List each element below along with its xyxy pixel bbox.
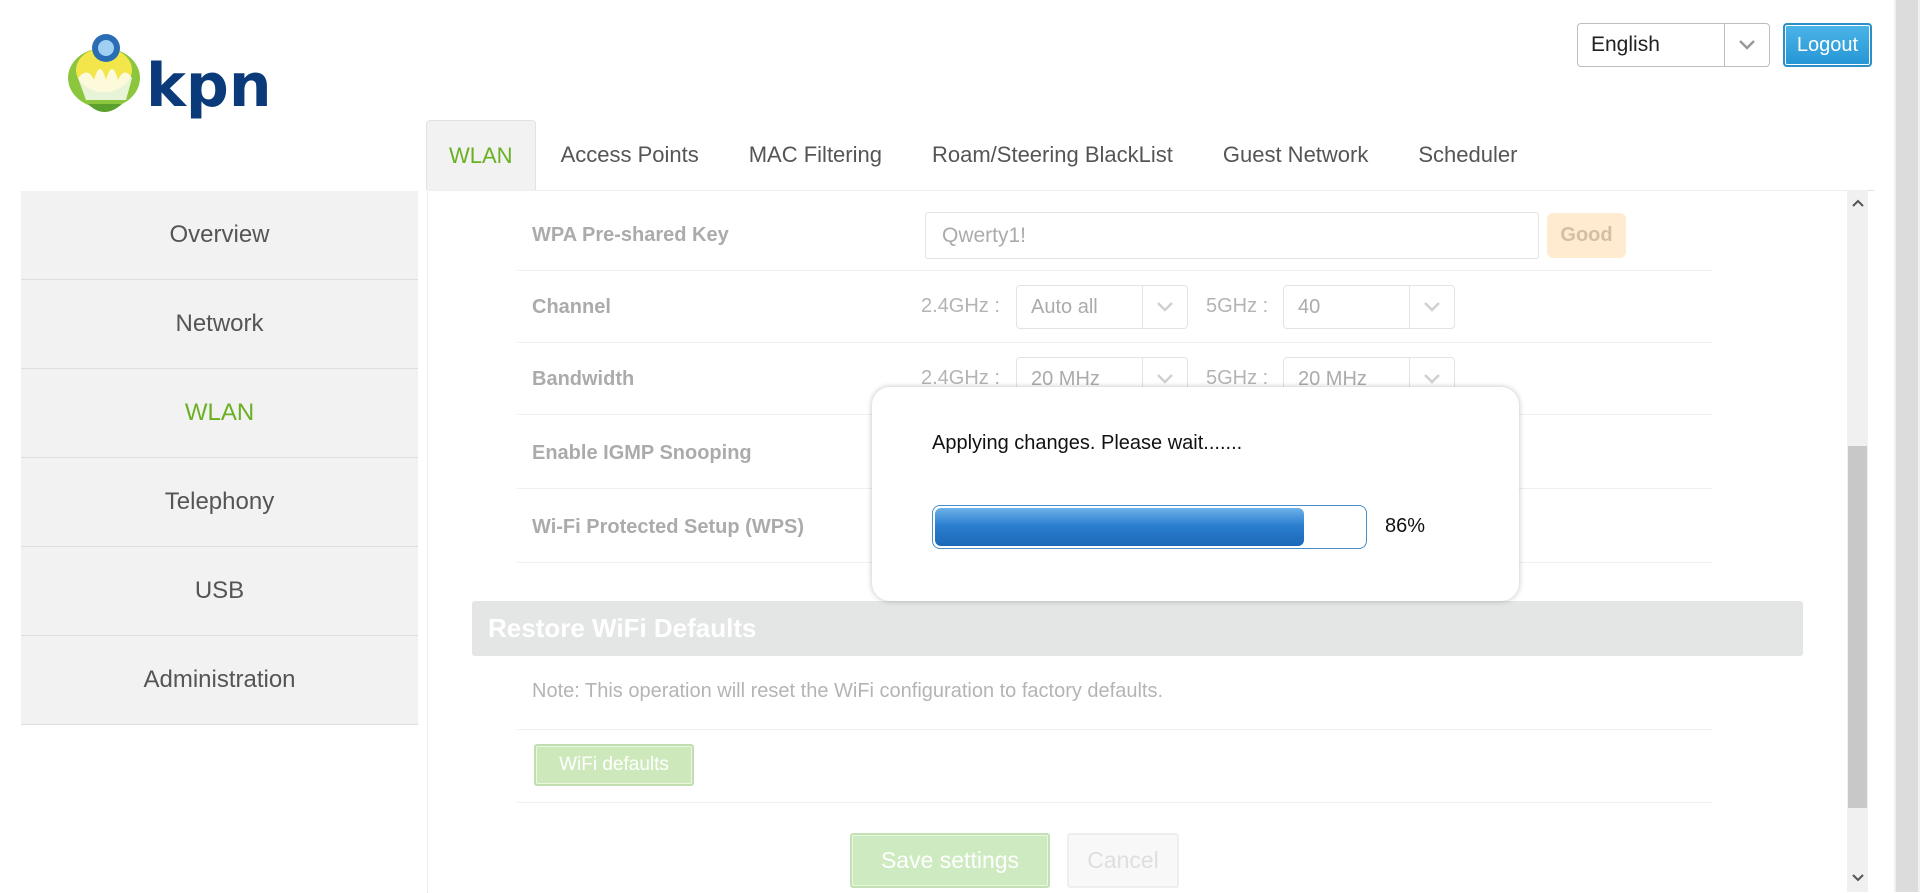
logo-text: kpn [146,51,272,121]
applying-changes-message: Applying changes. Please wait....... [932,432,1243,454]
scroll-down-icon[interactable] [1848,868,1867,888]
chevron-down-icon[interactable] [1724,24,1769,66]
tab-scheduler[interactable]: Scheduler [1393,120,1542,190]
wlan-tabs: WLAN Access Points MAC Filtering Roam/St… [426,120,1542,190]
logout-button[interactable]: Logout [1783,23,1872,67]
sidebar-item-telephony[interactable]: Telephony [21,458,418,547]
sidebar-item-usb[interactable]: USB [21,547,418,636]
content-scrollbar-thumb[interactable] [1848,446,1867,808]
tab-roam-steering-blacklist[interactable]: Roam/Steering BlackList [907,120,1198,190]
kpn-logo: kpn [64,28,284,122]
language-select[interactable]: English [1577,23,1770,67]
tab-wlan[interactable]: WLAN [426,120,536,190]
progress-bar [932,505,1367,549]
tab-mac-filtering[interactable]: MAC Filtering [724,120,907,190]
sidebar-item-overview[interactable]: Overview [21,191,418,280]
applying-changes-dialog: Applying changes. Please wait....... 86% [872,387,1519,601]
language-value: English [1591,33,1660,56]
sidebar-item-network[interactable]: Network [21,280,418,369]
progress-percent-label: 86% [1385,515,1426,537]
scroll-up-icon[interactable] [1848,193,1867,213]
tab-guest-network[interactable]: Guest Network [1198,120,1394,190]
progress-bar-fill [935,508,1304,546]
crown-emblem-icon [68,34,140,112]
tab-access-points[interactable]: Access Points [536,120,724,190]
page-scrollbar-thumb[interactable] [1896,0,1918,892]
sidebar-nav: Overview Network WLAN Telephony USB Admi… [21,191,418,725]
sidebar-item-wlan[interactable]: WLAN [21,369,418,458]
sidebar-item-administration[interactable]: Administration [21,636,418,725]
